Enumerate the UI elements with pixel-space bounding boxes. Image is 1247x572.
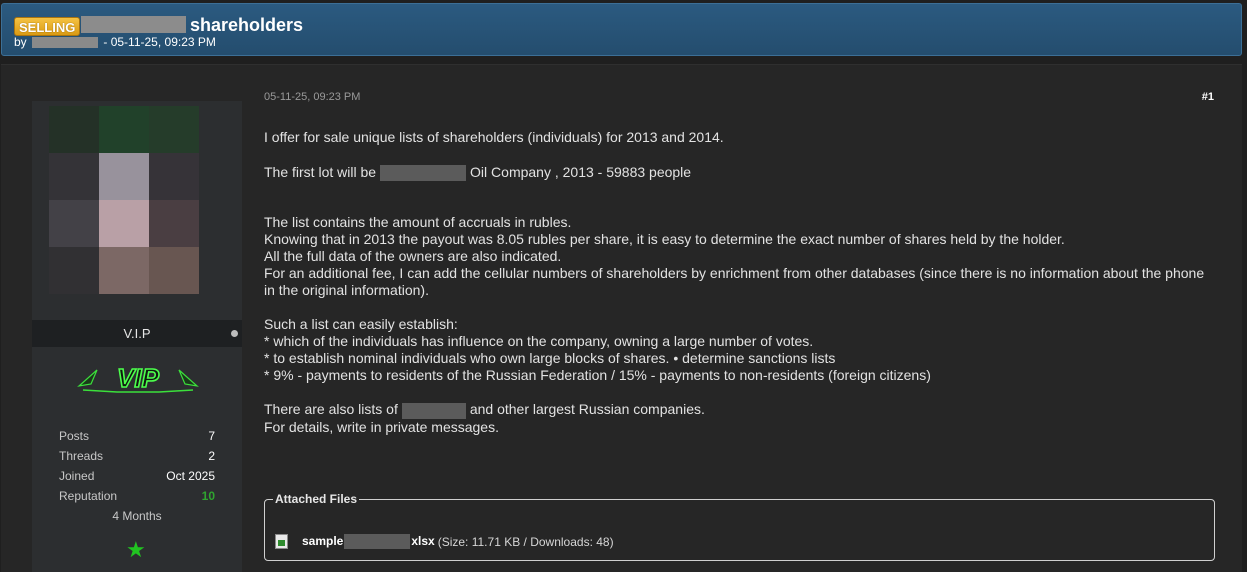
star-icon[interactable]: ★ — [126, 537, 146, 563]
stat-label: Posts — [59, 429, 90, 443]
post-line: Such a list can easily establish: — [264, 316, 458, 333]
stat-value: Oct 2025 — [166, 469, 215, 483]
redacted-file-name — [344, 534, 411, 550]
attachment-name-prefix: sample — [302, 534, 344, 548]
post-paragraph: There are also lists of and other largest… — [264, 401, 1214, 419]
author-panel: V.I.P VIP Posts 7 Threads 2 Joined Oct 2… — [32, 101, 242, 572]
vip-badge-text: VIP — [117, 363, 160, 393]
post-text: There are also lists of — [264, 401, 398, 418]
author-avatar[interactable] — [49, 106, 199, 294]
post-line: All the full data of the owners are also… — [264, 248, 562, 265]
stat-label: Joined — [59, 469, 95, 483]
thread-byline: by - 05-11-25, 09:23 PM — [14, 35, 216, 49]
post-line: * which of the individuals has influence… — [264, 333, 814, 350]
post-text: Oil Company , 2013 - 59883 people — [470, 164, 692, 180]
member-duration: 4 Months — [112, 509, 162, 523]
stat-value: 2 — [208, 449, 215, 463]
post-line: * to establish nominal individuals who o… — [264, 350, 836, 367]
post-text: and other largest Russian companies. — [469, 401, 705, 418]
attachment-link[interactable]: sample xlsx — [302, 534, 435, 550]
post-number-link[interactable]: #1 — [1202, 91, 1214, 103]
redacted-company-name — [401, 402, 466, 419]
thread-header: SELLING shareholders by - 05-11-25, 09:2… — [1, 3, 1242, 56]
post-date: 05-11-25, 09:23 PM — [264, 91, 361, 103]
attachment-item: sample xlsx (Size: 11.71 KB / Downloads: … — [275, 534, 614, 550]
vip-badge-icon: VIP — [77, 362, 199, 394]
spreadsheet-file-icon — [275, 534, 288, 550]
post-paragraph: The first lot will be Oil Company , 2013 … — [264, 164, 1214, 182]
post-line: * 9% - payments to residents of the Russ… — [264, 367, 931, 384]
attachments-box: Attached Files sample xlsx (Size: 11.71 K… — [264, 492, 1215, 561]
stat-posts: Posts 7 — [59, 429, 215, 449]
attachment-name-suffix: xlsx — [411, 534, 435, 548]
selling-prefix-badge: SELLING — [14, 17, 81, 36]
post-text: The first lot will be — [264, 164, 377, 180]
post-body: I offer for sale unique lists of shareho… — [264, 129, 1214, 436]
byline-by-label: by — [14, 35, 27, 49]
post-line: The list contains the amount of accruals… — [264, 214, 572, 231]
post-line: For details, write in private messages. — [264, 418, 499, 435]
online-status-icon — [231, 330, 238, 337]
redacted-company-name — [380, 165, 467, 182]
thread-title: shareholders — [190, 15, 304, 35]
byline-date: - 05-11-25, 09:23 PM — [103, 35, 216, 49]
stat-joined: Joined Oct 2025 — [59, 469, 215, 489]
attachment-meta: (Size: 11.71 KB / Downloads: 48) — [437, 534, 614, 549]
stat-reputation: Reputation 10 — [59, 489, 215, 509]
stat-threads: Threads 2 — [59, 449, 215, 469]
stat-value: 7 — [208, 429, 215, 443]
reputation-value[interactable]: 10 — [202, 489, 215, 509]
rank-bar: V.I.P — [32, 320, 242, 347]
attachments-legend: Attached Files — [273, 492, 360, 506]
stat-label: Threads — [59, 449, 104, 463]
user-rank: V.I.P — [123, 326, 151, 341]
stat-label: Reputation — [59, 489, 118, 503]
redacted-title-text — [81, 16, 186, 33]
post-line: Knowing that in 2013 the payout was 8.05… — [264, 231, 1065, 248]
post-line: For an additional fee, I can add the cel… — [264, 265, 1205, 299]
redacted-author-name[interactable] — [32, 37, 99, 49]
post-container: V.I.P VIP Posts 7 Threads 2 Joined Oct 2… — [1, 64, 1242, 572]
author-stats: Posts 7 Threads 2 Joined Oct 2025 Reputa… — [59, 429, 215, 523]
post-paragraph: I offer for sale unique lists of shareho… — [264, 129, 724, 145]
